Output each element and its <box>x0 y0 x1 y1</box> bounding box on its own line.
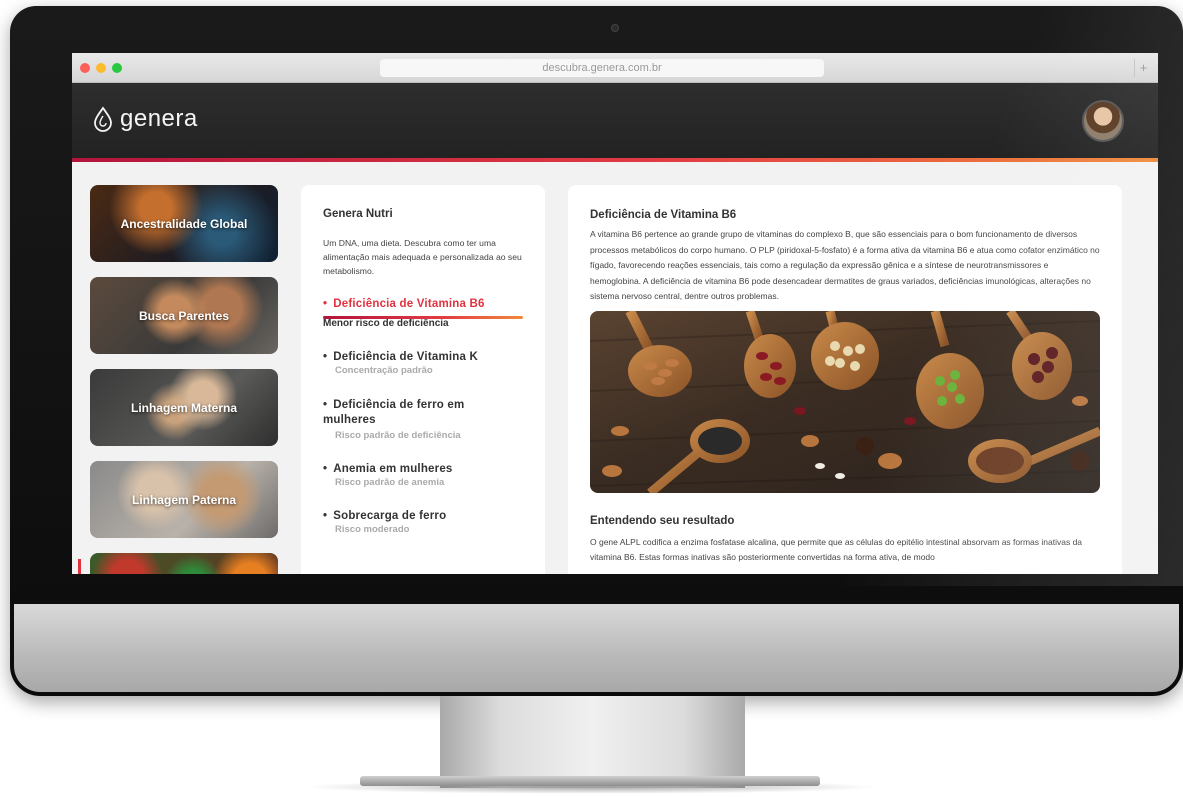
sidebar-item-label: Linhagem Paterna <box>131 492 237 507</box>
trait-label: Deficiência de Vitamina K <box>323 351 523 363</box>
sidebar-item-ancestralidade-global[interactable]: Ancestralidade Global <box>90 185 278 262</box>
accent-bar <box>72 158 1158 162</box>
detail-panel: Deficiência de Vitamina B6 A vitamina B6… <box>568 185 1122 574</box>
trait-label: Sobrecarga de ferro <box>323 510 523 522</box>
drop-logo-icon <box>94 106 112 132</box>
avatar[interactable] <box>1082 100 1124 142</box>
address-bar[interactable]: descubra.genera.com.br <box>380 59 824 77</box>
new-tab-button[interactable]: + <box>1134 59 1152 77</box>
active-underline <box>323 316 523 319</box>
app-header: genera <box>72 83 1158 158</box>
monitor-stand <box>440 696 745 788</box>
trait-label: Deficiência de ferro em mulheres <box>323 398 503 428</box>
sidebar-item-busca-parentes[interactable]: Busca Parentes <box>90 277 278 354</box>
camera-icon <box>611 24 619 32</box>
monitor-frame: descubra.genera.com.br + genera Ancestra… <box>10 6 1183 696</box>
food-image <box>590 310 1100 493</box>
sidebar-item-genera-nutri[interactable] <box>90 553 278 574</box>
sidebar-item-label: Ancestralidade Global <box>120 216 248 231</box>
brand-name: genera <box>120 105 198 132</box>
trait-result: Risco padrão de anemia <box>335 477 445 488</box>
trait-item-vitamina-k[interactable]: Deficiência de Vitamina K Concentração p… <box>323 351 523 376</box>
trait-item-sobrecarga-ferro[interactable]: Sobrecarga de ferro Risco moderado <box>323 510 523 535</box>
sidebar-item-label: Linhagem Materna <box>130 400 238 415</box>
trait-result: Risco moderado <box>335 524 410 535</box>
trait-item-ferro-mulheres[interactable]: Deficiência de ferro em mulheres Risco p… <box>323 398 523 441</box>
detail-title: Deficiência de Vitamina B6 <box>590 209 737 221</box>
trait-label: Deficiência de Vitamina B6 <box>323 298 523 310</box>
detail-text: A vitamina B6 pertence ao grande grupo d… <box>590 229 1100 301</box>
result-text: O gene ALPL codifica a enzima fosfatase … <box>590 536 1083 563</box>
brand-logo[interactable]: genera <box>92 105 198 133</box>
sidebar-item-label: Busca Parentes <box>138 308 230 323</box>
maximize-window-button[interactable] <box>112 63 122 73</box>
active-sidebar-marker <box>78 559 81 574</box>
panel-description: Um DNA, uma dieta. Descubra como ter uma… <box>323 238 522 276</box>
trait-item-anemia-mulheres[interactable]: Anemia em mulheres Risco padrão de anemi… <box>323 463 523 488</box>
close-window-button[interactable] <box>80 63 90 73</box>
trait-result: Concentração padrão <box>335 365 433 376</box>
minimize-window-button[interactable] <box>96 63 106 73</box>
imac-mockup: descubra.genera.com.br + genera Ancestra… <box>0 0 1183 797</box>
nutri-panel: Genera Nutri Um DNA, uma dieta. Descubra… <box>301 185 545 574</box>
trait-list: Deficiência de Vitamina B6 Menor risco d… <box>323 298 523 535</box>
stand-base <box>360 776 820 786</box>
trait-result: Menor risco de deficiência <box>323 318 449 329</box>
panel-title: Genera Nutri <box>323 208 393 220</box>
screen: descubra.genera.com.br + genera Ancestra… <box>72 53 1158 574</box>
trait-label: Anemia em mulheres <box>323 463 523 475</box>
trait-item-vitamina-b6[interactable]: Deficiência de Vitamina B6 Menor risco d… <box>323 298 523 329</box>
sidebar-item-linhagem-paterna[interactable]: Linhagem Paterna <box>90 461 278 538</box>
trait-result: Risco padrão de deficiência <box>335 430 461 441</box>
sidebar-item-linhagem-materna[interactable]: Linhagem Materna <box>90 369 278 446</box>
result-title: Entendendo seu resultado <box>590 514 735 527</box>
browser-toolbar: descubra.genera.com.br + <box>72 53 1158 83</box>
sidebar: Ancestralidade Global Busca Parentes Lin… <box>90 185 278 574</box>
food-spoons-illustration <box>590 310 1100 493</box>
